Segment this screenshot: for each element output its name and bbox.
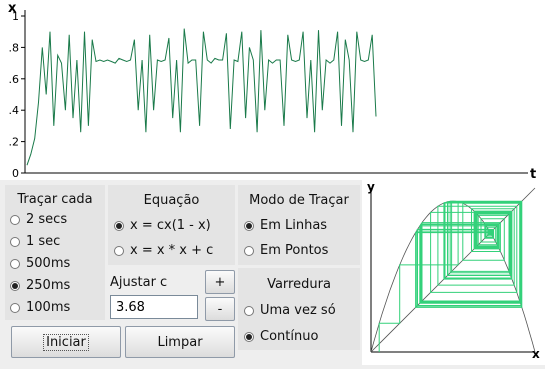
tracar-option-0[interactable]: 2 secs (10, 212, 67, 227)
modo-option-1[interactable]: Em Pontos (244, 243, 328, 258)
tracar-radio-4[interactable] (10, 302, 20, 313)
tracar-option-label: 250ms (26, 278, 71, 293)
varredura-radio-0[interactable] (244, 305, 254, 316)
varredura-title: Varredura (267, 277, 331, 292)
equacao-radio-1[interactable] (114, 245, 124, 256)
tracar-option-4[interactable]: 100ms (10, 300, 70, 315)
ajustar-label: Ajustar c (110, 275, 168, 290)
modo-panel: Modo de Traçar Em Linhas Em Pontos (238, 185, 360, 265)
equacao-option-label: x = x * x + c (130, 243, 214, 258)
tracar-option-label: 100ms (26, 300, 71, 315)
time-series-plot: x t 1.8.6.4.2 0 (0, 0, 545, 182)
y-tick-label: .2 (9, 136, 20, 149)
equacao-option-label: x = cx(1 - x) (130, 218, 211, 233)
equacao-radio-0[interactable] (114, 220, 124, 231)
tracar-option-label: 500ms (26, 256, 71, 271)
varredura-option-label: Contínuo (260, 329, 319, 344)
cobweb-plot: yx (362, 180, 545, 365)
iniciar-button[interactable]: Iniciar (11, 326, 121, 358)
equacao-option-0[interactable]: x = cx(1 - x) (114, 218, 211, 233)
y-tick-label: .8 (9, 41, 20, 54)
tracar-radio-0[interactable] (10, 214, 20, 225)
time-series-chart: xt1.8.6.4.20 (8, 1, 536, 182)
tracar-option-1[interactable]: 1 sec (10, 234, 60, 249)
limpar-button[interactable]: Limpar (125, 326, 235, 358)
cobweb-iteration-path (378, 200, 523, 352)
modo-radio-1[interactable] (244, 245, 254, 256)
tracar-title: Traçar cada (17, 192, 93, 207)
cobweb-chart: yx (367, 180, 540, 361)
c-value-input[interactable] (110, 295, 198, 319)
tracar-radio-1[interactable] (10, 236, 20, 247)
x-series-line (26, 28, 377, 166)
y-tick-label: 1 (12, 10, 19, 23)
tracar-panel: Traçar cada 2 secs 1 sec 500ms 250ms 100ms (5, 185, 105, 320)
y-tick-label: .6 (9, 73, 20, 86)
tracar-option-label: 2 secs (26, 212, 68, 227)
varredura-radio-1[interactable] (244, 331, 254, 342)
cobweb-x-label: x (532, 347, 540, 361)
modo-title: Modo de Traçar (249, 193, 349, 208)
modo-option-0[interactable]: Em Linhas (244, 218, 327, 233)
varredura-option-0[interactable]: Uma vez só (244, 303, 336, 318)
cobweb-y-label: y (367, 180, 375, 194)
modo-option-label: Em Linhas (260, 218, 328, 233)
varredura-panel: Varredura Uma vez só Contínuo (238, 268, 360, 350)
decrement-c-button[interactable]: - (205, 297, 235, 321)
tracar-radio-3[interactable] (10, 280, 20, 291)
tracar-option-2[interactable]: 500ms (10, 256, 70, 271)
varredura-option-label: Uma vez só (260, 303, 336, 318)
y-tick-label: .4 (9, 104, 20, 117)
tracar-option-3[interactable]: 250ms (10, 278, 70, 293)
modo-option-label: Em Pontos (260, 243, 329, 258)
modo-radio-0[interactable] (244, 220, 254, 231)
tracar-radio-2[interactable] (10, 258, 20, 269)
equacao-title: Equação (143, 193, 200, 208)
increment-c-button[interactable]: + (205, 270, 235, 294)
y-tick-label: 0 (12, 167, 19, 180)
equacao-panel: Equação x = cx(1 - x) x = x * x + c (108, 185, 235, 265)
tracar-option-label: 1 sec (26, 234, 61, 249)
equacao-option-1[interactable]: x = x * x + c (114, 243, 213, 258)
iniciar-label: Iniciar (43, 333, 89, 351)
t-axis-label: t (530, 167, 536, 180)
varredura-option-1[interactable]: Contínuo (244, 329, 318, 344)
